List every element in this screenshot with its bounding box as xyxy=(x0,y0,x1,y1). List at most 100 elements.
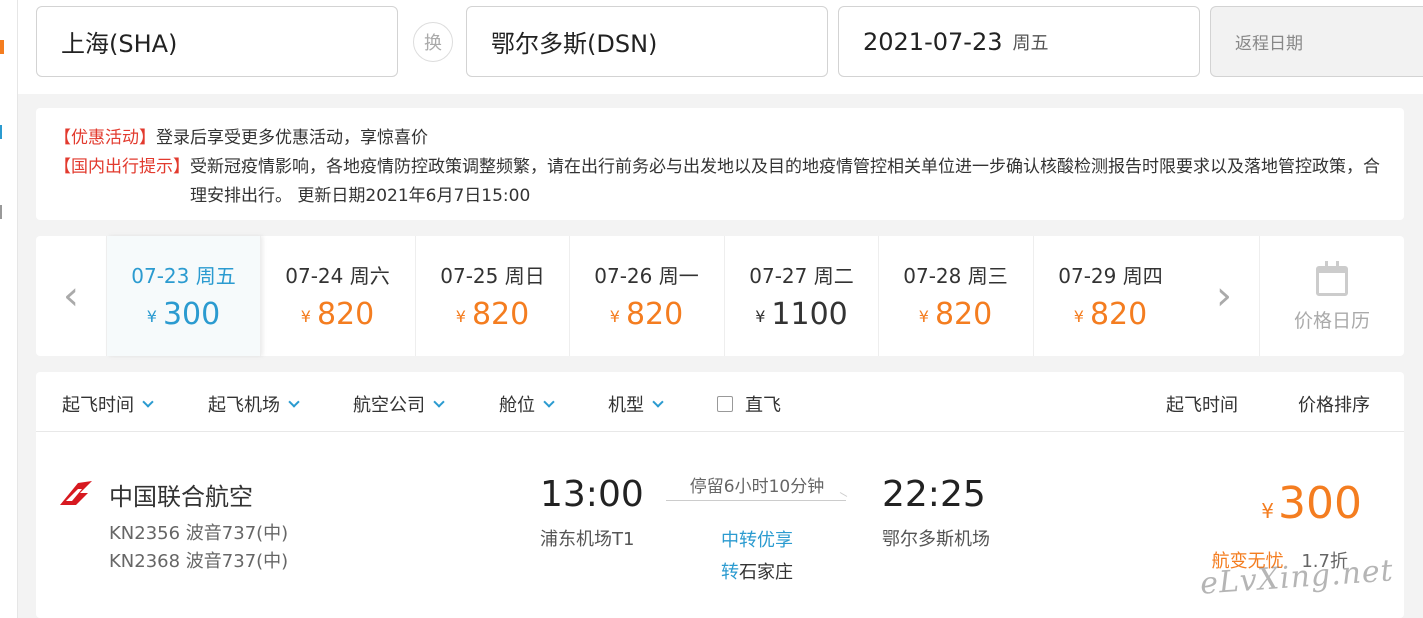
return-date-field[interactable]: 返程日期 xyxy=(1210,6,1423,77)
filter-cabin[interactable]: 舱位 xyxy=(499,391,555,417)
left-sidebar-edge xyxy=(0,0,18,618)
filter-direct[interactable]: 直飞 xyxy=(717,391,781,417)
sort-label: 价格排序 xyxy=(1298,395,1370,416)
promo-notice: 【优惠活动】 登录后享受更多优惠活动，享惊喜价 xyxy=(54,124,1386,153)
date-item[interactable]: 07-27 周二 ¥1100 xyxy=(724,236,878,356)
chevron-down-icon xyxy=(543,395,555,408)
sort-price[interactable]: 价格排序 xyxy=(1298,391,1370,417)
price-value: 820 xyxy=(625,297,684,332)
search-bar: 上海(SHA) 换 鄂尔多斯(DSN) 2021-07-23 周五 返程日期 xyxy=(18,0,1423,94)
currency-symbol: ¥ xyxy=(146,307,157,326)
date-label: 07-25 周日 xyxy=(440,264,545,288)
price-value: 820 xyxy=(471,297,530,332)
swap-cities-button[interactable]: 换 xyxy=(413,22,453,62)
filter-label: 起飞时间 xyxy=(62,395,134,416)
promo-tag: 【优惠活动】 xyxy=(54,128,156,148)
currency-symbol: ¥ xyxy=(755,307,766,326)
filter-airline[interactable]: 航空公司 xyxy=(353,391,445,417)
price-value: 820 xyxy=(1089,297,1148,332)
travel-notice: 【国内出行提示】 受新冠疫情影响，各地疫情防控政策调整频繁，请在出行前务必与出发… xyxy=(54,153,1386,211)
filter-label: 机型 xyxy=(608,395,644,416)
currency-symbol: ¥ xyxy=(1073,307,1084,326)
chevron-down-icon xyxy=(288,395,300,408)
departure-date-field[interactable]: 2021-07-23 周五 xyxy=(838,6,1200,77)
date-price: ¥820 xyxy=(879,297,1032,332)
date-label: 07-27 周二 xyxy=(749,264,854,288)
arrival-airport: 鄂尔多斯机场 xyxy=(882,529,990,550)
direct-checkbox[interactable] xyxy=(717,396,733,412)
airline-logo-icon xyxy=(60,481,92,505)
departure-city-value: 上海(SHA) xyxy=(61,30,178,58)
transit-city-name: 石家庄 xyxy=(739,562,793,583)
filter-dep-airport[interactable]: 起飞机场 xyxy=(208,391,300,417)
sort-label: 起飞时间 xyxy=(1166,395,1238,416)
travel-text: 受新冠疫情影响，各地疫情防控政策调整频繁，请在出行前务必与出发地以及目的地疫情管… xyxy=(190,157,1380,206)
price-calendar-label: 价格日历 xyxy=(1293,310,1370,332)
departure-city-field[interactable]: 上海(SHA) xyxy=(36,6,398,77)
price-calendar-button[interactable]: 价格日历 xyxy=(1259,236,1404,356)
chevron-right-icon[interactable]: › xyxy=(1189,236,1259,356)
flight-row[interactable]: 中国联合航空 KN2356 波音737(中) KN2368 波音737(中) 1… xyxy=(36,432,1404,618)
arrival-city-value: 鄂尔多斯(DSN) xyxy=(491,30,658,58)
chevron-left-icon[interactable]: ‹ xyxy=(36,236,106,356)
filter-label: 舱位 xyxy=(499,395,535,416)
date-price: ¥820 xyxy=(416,297,569,332)
price-value: 820 xyxy=(934,297,993,332)
date-item[interactable]: 07-23 周五 ¥300 xyxy=(106,236,260,356)
date-price: ¥820 xyxy=(1034,297,1187,332)
price-value: 300 xyxy=(162,297,221,332)
date-price-strip: ‹ 07-23 周五 ¥300 07-24 周六 ¥820 07-25 周日 ¥… xyxy=(36,236,1404,356)
promo-text: 登录后享受更多优惠活动，享惊喜价 xyxy=(156,128,428,148)
transfer-promo-link[interactable]: 中转优享 xyxy=(666,526,848,552)
departure-airport: 浦东机场T1 xyxy=(540,529,635,550)
chevron-down-icon xyxy=(652,395,664,408)
flight-number: KN2356 波音737(中) xyxy=(109,523,289,544)
filter-bar: 起飞时间 起飞机场 航空公司 舱位 机型 直飞 起飞时间 价格排序 xyxy=(36,372,1404,432)
departure-weekday: 周五 xyxy=(1012,32,1049,54)
travel-tag: 【国内出行提示】 xyxy=(54,157,190,177)
transit-prefix: 转 xyxy=(721,562,739,583)
currency-symbol: ¥ xyxy=(300,307,311,326)
filter-dep-time[interactable]: 起飞时间 xyxy=(62,391,154,417)
currency-symbol: ¥ xyxy=(1261,499,1275,523)
results-panel: 起飞时间 起飞机场 航空公司 舱位 机型 直飞 起飞时间 价格排序 中国联合航空… xyxy=(36,372,1404,618)
calendar-icon xyxy=(1316,261,1348,296)
swap-icon: 换 xyxy=(424,33,442,54)
filter-aircraft[interactable]: 机型 xyxy=(608,391,664,417)
date-price: ¥1100 xyxy=(725,297,878,332)
sort-dep-time[interactable]: 起飞时间 xyxy=(1166,391,1238,417)
chevron-down-icon xyxy=(433,395,445,408)
route-arrow xyxy=(666,500,846,501)
flight-price[interactable]: ¥300 xyxy=(1261,478,1362,529)
stopover-duration: 停留6小时10分钟 xyxy=(689,477,825,497)
currency-symbol: ¥ xyxy=(918,307,929,326)
side-marker xyxy=(0,205,2,219)
arrival-time: 22:25 xyxy=(882,474,986,515)
date-label: 07-29 周四 xyxy=(1058,264,1163,288)
date-label: 07-26 周一 xyxy=(594,264,699,288)
date-item[interactable]: 07-28 周三 ¥820 xyxy=(878,236,1032,356)
currency-symbol: ¥ xyxy=(609,307,620,326)
price-value: 820 xyxy=(316,297,375,332)
date-item[interactable]: 07-25 周日 ¥820 xyxy=(415,236,569,356)
date-item[interactable]: 07-26 周一 ¥820 xyxy=(569,236,723,356)
date-item[interactable]: 07-29 周四 ¥820 xyxy=(1033,236,1187,356)
filter-label: 起飞机场 xyxy=(208,395,280,416)
date-label: 07-28 周三 xyxy=(903,264,1008,288)
date-price: ¥820 xyxy=(570,297,723,332)
return-date-placeholder: 返程日期 xyxy=(1235,34,1303,54)
side-marker xyxy=(0,125,2,139)
date-item[interactable]: 07-24 周六 ¥820 xyxy=(260,236,414,356)
departure-time: 13:00 xyxy=(540,474,644,515)
currency-symbol: ¥ xyxy=(455,307,466,326)
chevron-down-icon xyxy=(142,395,154,408)
date-label: 07-24 周六 xyxy=(285,264,390,288)
date-label: 07-23 周五 xyxy=(131,264,236,288)
price-value: 1100 xyxy=(771,297,848,332)
departure-date-value: 2021-07-23 xyxy=(863,27,1003,56)
side-marker xyxy=(0,40,4,54)
flight-number: KN2368 波音737(中) xyxy=(109,551,289,572)
airline-name: 中国联合航空 xyxy=(109,483,253,511)
price-value: 300 xyxy=(1278,478,1362,529)
arrival-city-field[interactable]: 鄂尔多斯(DSN) xyxy=(466,6,828,77)
